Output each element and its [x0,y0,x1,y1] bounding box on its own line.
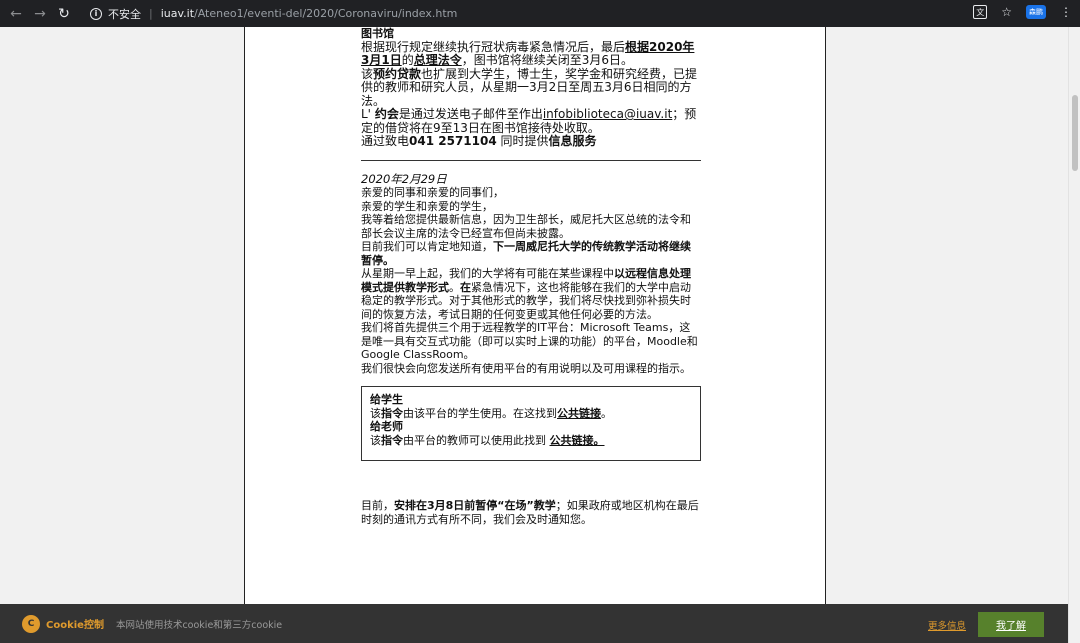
paragraph-4: 我们很快会向您发送所有使用平台的有用说明以及可用课程的指示。 [361,361,691,375]
profile-avatar[interactable]: 森鹏 [1026,5,1046,19]
teachers-heading: 给老师 [370,420,403,433]
forward-arrow-icon[interactable]: → [28,2,52,26]
cookie-title: Cookie控制 [46,620,104,631]
cookie-text: 本网站使用技术cookie和第三方cookie [115,619,283,631]
students-public-link[interactable]: 公共链接 [557,407,601,420]
final-paragraph: 目前，安排在3月8日前暂停“在场”教学；如果政府或地区机构在最后时刻的通讯方式有… [361,499,699,526]
browser-toolbar: ← → ↻ i 不安全 | iuav.it/Ateneo1/eventi-del… [0,0,1080,27]
divider [361,159,701,161]
paragraph-1a: 我等着给您提供最新信息，因为卫生部长，威尼托大区总统的法令和部长会议主席的法令已… [361,213,691,240]
more-info-link[interactable]: 更多信息 [928,618,966,632]
library-paragraph-2: 该预约贷款也扩展到大学生，博士生，奖学金和研究经费，已提供的教师和研究人员，从星… [361,66,698,108]
teachers-text: 该指令由平台的教师可以使用此找到 公共链接。 [370,433,605,447]
cookie-icon: C [22,614,40,633]
library-heading: 图书馆 [361,27,394,40]
cookie-banner: C Cookie控制 本网站使用技术cookie和第三方cookie 更多信息 … [0,604,1068,643]
paragraph-2: 从星期一早上起，我们的大学将有可能在某些课程中以远程信息处理模式提供教学形式。在… [361,267,691,321]
reload-icon[interactable]: ↻ [52,2,76,26]
address-bar[interactable]: i 不安全 | iuav.it/Ateneo1/eventi-del/2020/… [82,2,1060,25]
paragraph-1b: 目前我们可以肯定地知道，下一周威尼托大学的传统教学活动将继续暂停。 [361,240,691,267]
article: 图书馆 根据现行规定继续执行冠状病毒紧急情况后，最后根据2020年3月1日的总理… [361,27,701,526]
scroll-thumb[interactable] [1072,95,1078,171]
students-text: 该指令由该平台的学生使用。在这找到公共链接。 [370,406,612,420]
accept-cookies-button[interactable]: 我了解 [978,612,1044,637]
teachers-public-link[interactable]: 公共链接。 [550,434,605,447]
page-viewport: 图书馆 根据现行规定继续执行冠状病毒紧急情况后，最后根据2020年3月1日的总理… [0,27,1068,643]
url-host: iuav.it [160,7,195,20]
library-paragraph-4: 通过致电041 2571104 同时提供信息服务 [361,134,597,148]
library-paragraph-3: L' 约会是通过发送电子邮件至作出infobiblioteca@iuav.it；… [361,107,697,135]
greeting-line-2: 亲爱的学生和亲爱的学生， [361,199,493,213]
bookmark-star-icon[interactable]: ☆ [1001,5,1012,19]
library-paragraph-1: 根据现行规定继续执行冠状病毒紧急情况后，最后根据2020年3月1日的总理法令，图… [361,39,695,67]
menu-kebab-icon[interactable]: ⋮ [1060,5,1072,19]
back-arrow-icon[interactable]: ← [4,2,28,26]
separator: | [149,7,153,20]
students-heading: 给学生 [370,393,403,406]
platform-instructions-box: 给学生 该指令由该平台的学生使用。在这找到公共链接。 给老师 该指令由平台的教师… [361,386,701,461]
content-panel: 图书馆 根据现行规定继续执行冠状病毒紧急情况后，最后根据2020年3月1日的总理… [244,27,826,643]
page-scrollbar[interactable] [1068,27,1080,643]
info-icon[interactable]: i [90,7,102,20]
paragraph-3: 我们将首先提供三个用于远程教学的IT平台：Microsoft Teams，这是唯… [361,321,698,361]
url-path: /Ateneo1/eventi-del/2020/Coronaviru/inde… [194,7,458,20]
article-date: 2020年2月29日 [361,171,447,186]
prime-minister-decree-link[interactable]: 总理法令 [414,53,462,67]
greeting-line-1: 亲爱的同事和亲爱的同事们， [361,186,504,199]
translate-icon[interactable]: 文 [973,5,988,19]
insecure-label: 不安全 [108,7,141,21]
library-email-link[interactable]: infobiblioteca@iuav.it [543,107,672,121]
